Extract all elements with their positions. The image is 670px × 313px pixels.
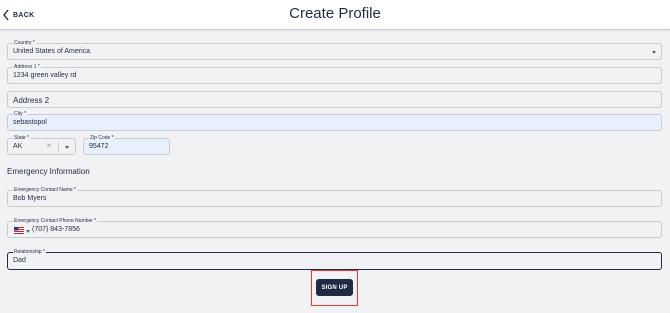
chevron-down-icon[interactable]: [26, 230, 30, 233]
city-field[interactable]: City * sebastopol: [7, 111, 662, 131]
relationship-label: Relationship *: [13, 249, 46, 256]
zip-value: 95472: [89, 143, 109, 150]
us-flag-icon[interactable]: [14, 227, 24, 234]
divider: [58, 142, 59, 152]
sign-up-button[interactable]: SIGN UP: [316, 279, 353, 296]
address1-field[interactable]: Address 1 * 1234 green valley rd: [7, 64, 662, 84]
city-label: City *: [13, 111, 27, 118]
emergency-contact-phone-value: (707) 843-7856: [32, 226, 80, 233]
relationship-value: Dad: [13, 257, 26, 264]
state-select[interactable]: State * AK ✕: [7, 135, 76, 155]
chevron-down-icon[interactable]: [65, 146, 69, 149]
emergency-contact-phone-field[interactable]: Emergency Contact Phone Number * (707) 8…: [7, 218, 662, 238]
state-value: AK: [13, 143, 23, 150]
country-select[interactable]: Country * United States of America: [7, 40, 662, 60]
top-bar: BACK Create Profile: [0, 0, 670, 30]
emergency-contact-name-field[interactable]: Emergency Contact Name * Bob Myers: [7, 187, 662, 207]
address2-field[interactable]: Address 2: [7, 91, 662, 108]
emergency-contact-phone-label: Emergency Contact Phone Number *: [13, 218, 98, 225]
zip-field[interactable]: Zip Code * 95472: [83, 135, 170, 155]
page-title: Create Profile: [289, 5, 381, 22]
city-value: sebastopol: [13, 119, 47, 126]
emergency-contact-name-label: Emergency Contact Name *: [13, 187, 77, 194]
emergency-contact-name-value: Bob Myers: [13, 195, 47, 202]
address1-value: 1234 green valley rd: [13, 72, 77, 79]
country-value: United States of America: [13, 48, 91, 55]
address2-placeholder: Address 2: [13, 96, 50, 105]
chevron-down-icon[interactable]: [652, 51, 656, 54]
clear-icon[interactable]: ✕: [46, 142, 52, 150]
country-label: Country *: [13, 40, 36, 47]
state-label: State *: [13, 135, 31, 142]
zip-label: Zip Code *: [89, 135, 115, 142]
relationship-field[interactable]: Relationship * Dad: [7, 249, 662, 270]
address1-label: Address 1 *: [13, 64, 41, 71]
emergency-section-title: Emergency Information: [7, 167, 90, 176]
